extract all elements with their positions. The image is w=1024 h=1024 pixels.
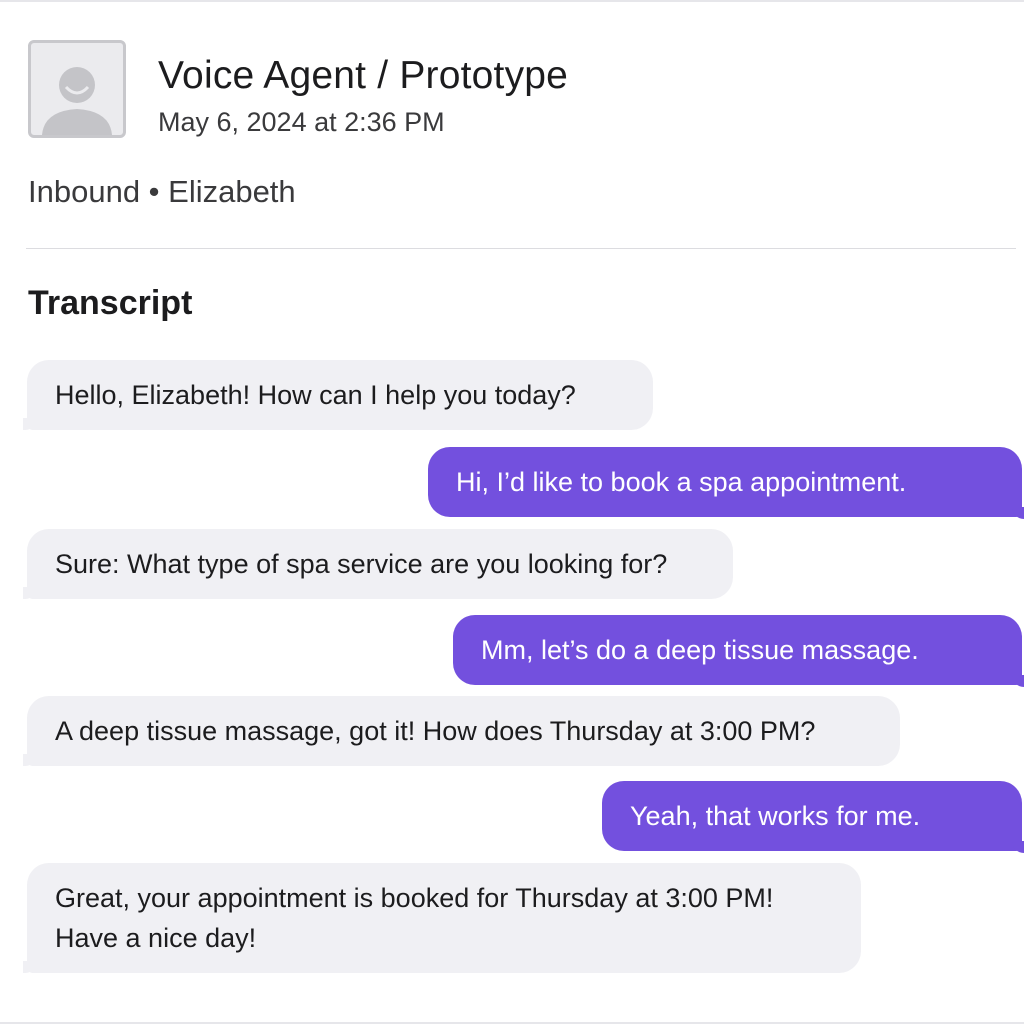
agent-message: Great, your appointment is booked for Th… [23, 863, 861, 973]
user-message: Hi, I’d like to book a spa appointment. [428, 447, 1024, 519]
agent-message: Hello, Elizabeth! How can I help you tod… [23, 360, 653, 430]
avatar-silhouette [42, 67, 112, 135]
user-message: Mm, let’s do a deep tissue massage. [453, 615, 1024, 687]
call-detail-page: Voice Agent / Prototype May 6, 2024 at 2… [0, 0, 1024, 1024]
transcript-heading: Transcript [28, 284, 193, 322]
call-timestamp: May 6, 2024 at 2:36 PM [158, 107, 445, 137]
call-header: Voice Agent / Prototype May 6, 2024 at 2… [28, 40, 568, 138]
agent-message: A deep tissue massage, got it! How does … [23, 696, 900, 766]
person-placeholder-icon [28, 40, 126, 138]
title-block: Voice Agent / Prototype May 6, 2024 at 2… [158, 54, 568, 138]
top-divider [0, 0, 1024, 2]
section-divider [26, 248, 1016, 249]
agent-message: Sure: What type of spa service are you l… [23, 529, 733, 599]
user-message: Yeah, that works for me. [602, 781, 1024, 853]
call-direction-caller: Inbound • Elizabeth [28, 174, 296, 209]
page-title: Voice Agent / Prototype [158, 54, 569, 97]
